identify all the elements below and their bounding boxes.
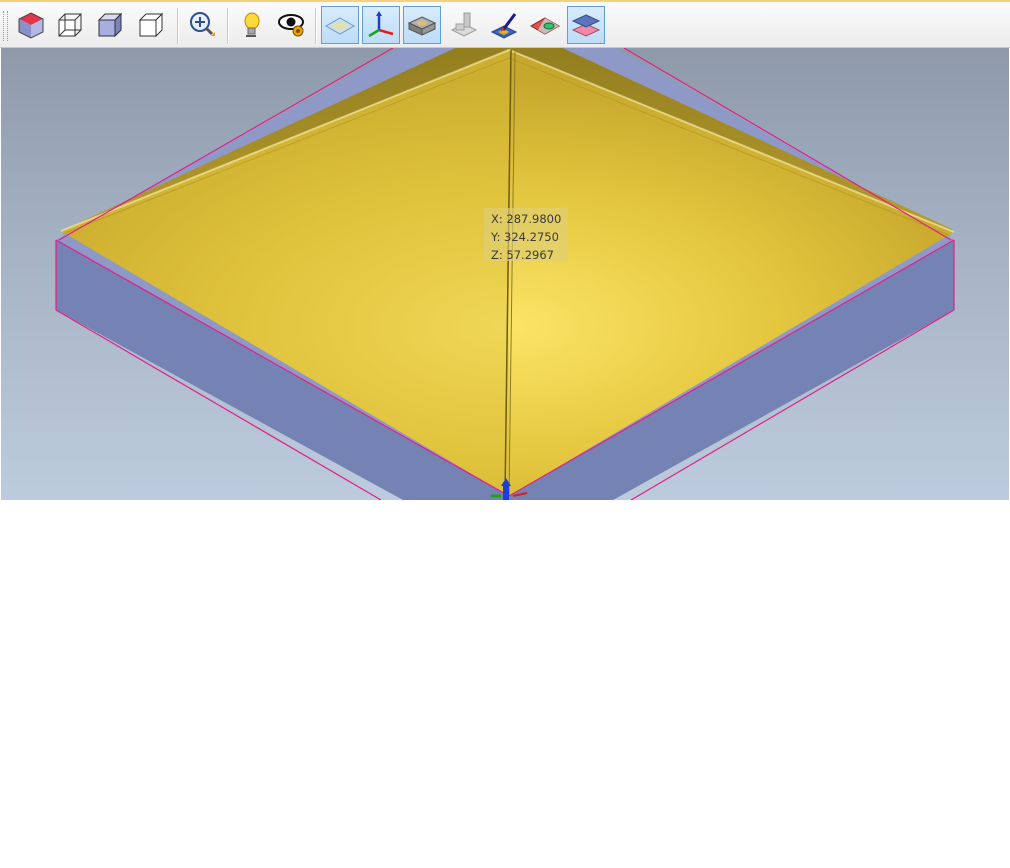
layer-materials-button[interactable]	[526, 6, 564, 44]
hidden-line-view-button[interactable]	[132, 6, 170, 44]
wireframe-view-button[interactable]	[51, 6, 89, 44]
coordinate-readout: X: 287.9800 Y: 324.2750 Z: 57.2967	[484, 208, 568, 262]
toolbar-separator	[315, 8, 317, 44]
paint-brush-icon	[490, 13, 518, 39]
coord-y: Y: 324.2750	[491, 230, 559, 244]
visibility-eye-icon	[278, 14, 304, 37]
coord-x: X: 287.9800	[491, 212, 562, 226]
toolbar-grip[interactable]	[3, 11, 8, 41]
layer-materials-icon	[530, 17, 560, 35]
zoom-button[interactable]	[183, 6, 221, 44]
iso-cube-view-icon	[18, 12, 44, 39]
visibility-button[interactable]	[273, 6, 311, 44]
stock-model-toggle[interactable]	[403, 6, 441, 44]
toolpath-simulation-button[interactable]	[444, 6, 482, 44]
3d-viewport[interactable]: X: 287.9800 Y: 324.2750 Z: 57.2967	[1, 48, 1009, 500]
layers-toggle[interactable]	[567, 6, 605, 44]
axes-toggle[interactable]	[362, 6, 400, 44]
iso-view-button[interactable]	[12, 6, 50, 44]
coord-z: Z: 57.2967	[491, 248, 554, 262]
xyz-axes-icon	[368, 11, 394, 38]
shaded-view-button[interactable]	[91, 6, 129, 44]
layers-icon	[571, 14, 601, 37]
stock-plane-toggle[interactable]	[321, 6, 359, 44]
lighting-button[interactable]	[232, 6, 270, 44]
lightbulb-icon	[244, 12, 260, 37]
toolbar-separator	[177, 8, 179, 44]
wireframe-cube-view-icon	[58, 13, 82, 37]
hidden-line-cube-view-icon	[138, 12, 164, 38]
3d-scene[interactable]	[1, 48, 1009, 500]
toolbar-separator	[227, 8, 229, 44]
stock-model-icon	[407, 16, 437, 36]
shaded-cube-view-icon	[97, 12, 123, 38]
main-toolbar	[0, 0, 1010, 48]
pyramid-model	[60, 48, 955, 497]
toolpath-simulation-icon	[450, 12, 478, 37]
paint-button[interactable]	[485, 6, 523, 44]
stock-plane-icon	[325, 17, 355, 35]
zoom-icon	[190, 12, 215, 36]
